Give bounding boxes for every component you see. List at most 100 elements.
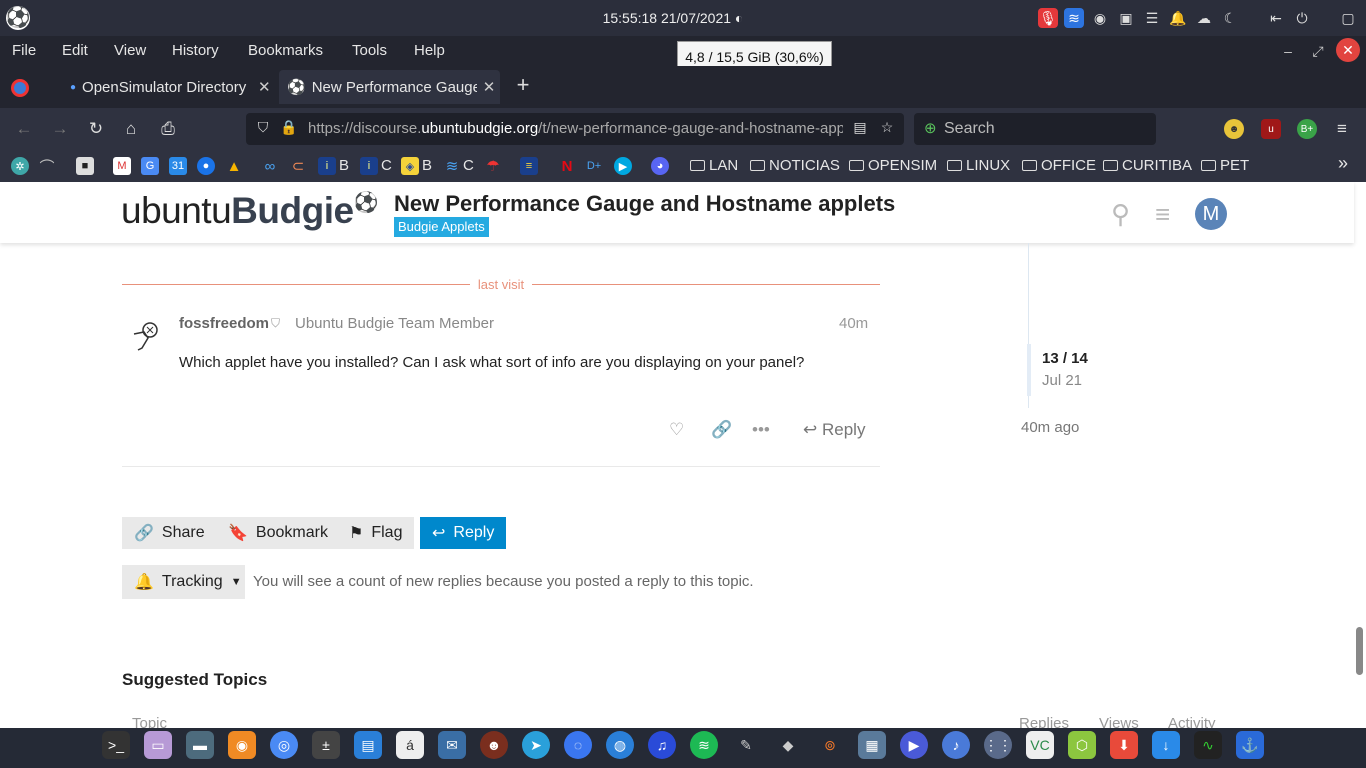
bookmark-arch-icon[interactable]: ⌒ — [38, 157, 56, 176]
calculator-icon[interactable]: ± — [312, 731, 340, 759]
mail-icon[interactable]: ✉ — [438, 731, 466, 759]
audacity-icon[interactable]: ♫ — [648, 731, 676, 759]
writer-icon[interactable]: ▤ — [354, 731, 382, 759]
more-actions-icon[interactable]: ••• — [752, 420, 770, 440]
bookmark-gmail-icon[interactable]: M — [113, 157, 131, 175]
bookmark-bb-b[interactable]: B — [422, 157, 432, 174]
shield-icon[interactable]: ⛉ — [254, 119, 272, 137]
microphone-icon[interactable]: 🎙 — [1038, 8, 1058, 28]
bookmark-bb-c[interactable]: C — [463, 157, 474, 174]
bookmark-itau-icon[interactable]: i — [318, 157, 336, 175]
reply-button[interactable]: ↩ Reply — [420, 517, 507, 549]
tab-opensimulator[interactable]: ● OpenSimulator Directory ✕ — [62, 70, 272, 104]
bookmark-button[interactable]: 🔖 Bookmark — [216, 517, 340, 549]
weather-icon[interactable]: ☁ — [1194, 8, 1214, 28]
chromium-icon[interactable]: ◎ — [270, 731, 298, 759]
back-icon[interactable]: ← — [13, 118, 35, 140]
power-icon[interactable]: ⏻ — [1292, 8, 1312, 28]
bookmark-folder-lan[interactable]: LAN — [690, 157, 738, 174]
list-icon[interactable]: ☰ — [1142, 8, 1162, 28]
close-tab-icon[interactable]: ✕ — [258, 78, 271, 96]
logout-icon[interactable]: ⇤ — [1266, 8, 1286, 28]
column-views[interactable]: Views — [1099, 715, 1139, 728]
bookmark-itau-c[interactable]: C — [381, 157, 392, 174]
inkscape-icon[interactable]: ◆ — [774, 731, 802, 759]
timeline-handle[interactable] — [1027, 344, 1031, 396]
files-icon[interactable]: ▭ — [144, 731, 172, 759]
bookmarks-overflow-icon[interactable]: » — [1338, 153, 1348, 174]
menu-file[interactable]: File — [12, 42, 36, 59]
maximize-icon[interactable]: ⤢ — [1306, 39, 1330, 63]
blender-icon[interactable]: ⊚ — [816, 731, 844, 759]
post-reply-button[interactable]: ↩ Reply — [803, 420, 865, 440]
search-bar[interactable]: ⊕ Search — [914, 113, 1156, 145]
topic-title[interactable]: New Performance Gauge and Hostname apple… — [394, 191, 895, 217]
bookmark-lock-icon[interactable]: ■ — [76, 157, 94, 175]
menu-history[interactable]: History — [172, 42, 219, 59]
column-activity[interactable]: Activity — [1168, 715, 1216, 728]
vpn-icon[interactable]: ◉ — [1090, 8, 1110, 28]
close-tab-icon[interactable]: ✕ — [483, 78, 496, 96]
tab-new-performance[interactable]: ⚽ New Performance Gauge and Hostname app… — [279, 70, 500, 104]
bookmark-folder-pet[interactable]: PET — [1201, 157, 1249, 174]
bookmark-contacts-icon[interactable]: ● — [197, 157, 215, 175]
hamburger-icon[interactable]: ≡ — [1155, 199, 1170, 230]
menu-edit[interactable]: Edit — [62, 42, 88, 59]
ublock-icon[interactable]: u — [1261, 119, 1281, 139]
installer-icon[interactable]: ⬇ — [1110, 731, 1138, 759]
gimp-icon[interactable]: ✎ — [732, 731, 760, 759]
notification-level-dropdown[interactable]: 🔔 Tracking ▼ — [122, 565, 245, 599]
music-icon[interactable]: ♪ — [942, 731, 970, 759]
flag-button[interactable]: ⚑ Flag — [337, 517, 415, 549]
search-icon[interactable]: ⚲ — [1111, 199, 1130, 230]
bookmark-umbrella-icon[interactable]: ☂ — [484, 157, 502, 175]
reader-view-icon[interactable]: ▤ — [851, 119, 869, 137]
bookmark-folder-noticias[interactable]: NOTICIAS — [750, 157, 840, 174]
bookmark-folder-linux[interactable]: LINUX — [947, 157, 1010, 174]
terminal-icon[interactable]: >_ — [102, 731, 130, 759]
messenger-icon[interactable]: ◍ — [606, 731, 634, 759]
close-window-icon[interactable]: ✕ — [1336, 38, 1360, 62]
screenshot-icon[interactable]: ▦ — [858, 731, 886, 759]
system-monitor-icon[interactable]: ∿ — [1194, 731, 1222, 759]
bookmark-itau-b[interactable]: B — [339, 157, 349, 174]
notification-icon[interactable]: 🔔 — [1168, 8, 1188, 28]
home-icon[interactable]: ⌂ — [120, 118, 142, 140]
user-avatar[interactable]: M — [1195, 198, 1227, 230]
telegram-icon[interactable]: ➤ — [522, 731, 550, 759]
lock-icon[interactable]: 🔒 — [280, 119, 298, 137]
bookmark-bb-icon[interactable]: ◈ — [401, 157, 419, 175]
copy-link-icon[interactable]: 🔗 — [711, 420, 732, 440]
download-icon[interactable]: ↓ — [1152, 731, 1180, 759]
container-icon[interactable] — [11, 79, 29, 97]
image-icon[interactable]: ▣ — [1116, 8, 1136, 28]
post-timestamp[interactable]: 40m — [839, 315, 868, 332]
network-icon[interactable]: ≋ — [1064, 8, 1084, 28]
minimize-icon[interactable]: – — [1276, 39, 1300, 63]
signal-icon[interactable]: ◌ — [564, 731, 592, 759]
charmap-icon[interactable]: á — [396, 731, 424, 759]
menu-bookmarks[interactable]: Bookmarks — [248, 42, 323, 59]
new-tab-icon[interactable]: + — [512, 74, 534, 98]
poster-avatar[interactable] — [130, 320, 162, 352]
bookmark-star-icon[interactable]: ☆ — [878, 119, 896, 137]
extension-emoji-icon[interactable]: ☻ — [1224, 119, 1244, 139]
bookmark-folder-office[interactable]: OFFICE — [1022, 157, 1096, 174]
extension-b-plus-icon[interactable]: B+ — [1297, 119, 1317, 139]
page-scrollbar[interactable] — [1356, 627, 1363, 675]
app-menu-icon[interactable]: ≡ — [1331, 118, 1353, 140]
bookmark-play-icon[interactable]: ▶ — [614, 157, 632, 175]
app-grid-icon[interactable]: ⋮⋮ — [984, 731, 1012, 759]
menu-tools[interactable]: Tools — [352, 42, 387, 59]
veracrypt-icon[interactable]: VC — [1026, 731, 1054, 759]
share-button[interactable]: 🔗 Share — [122, 517, 217, 549]
bookmark-stripes-icon[interactable]: ≡ — [520, 157, 538, 175]
cube-icon[interactable]: ⬡ — [1068, 731, 1096, 759]
raven-icon[interactable]: ▢ — [1338, 8, 1358, 28]
column-topic[interactable]: Topic — [132, 715, 167, 728]
reload-icon[interactable]: ↻ — [85, 118, 107, 140]
timeline-ago[interactable]: 40m ago — [1021, 419, 1079, 436]
night-light-icon[interactable]: ☾ — [1220, 8, 1240, 28]
url-bar[interactable]: ⛉ 🔒 https://discourse.ubuntubudgie.org/t… — [246, 113, 904, 145]
firefox-icon[interactable]: ◉ — [228, 731, 256, 759]
